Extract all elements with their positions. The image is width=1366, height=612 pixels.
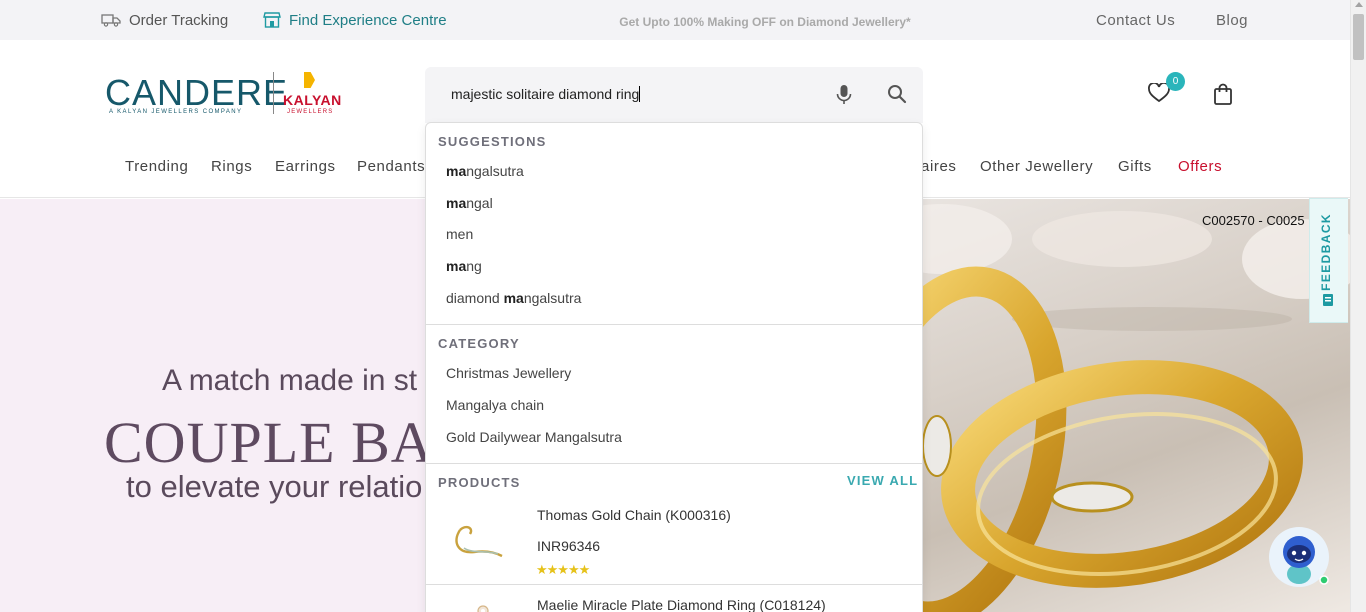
search-input[interactable]: majestic solitaire diamond ring [451, 86, 641, 102]
order-tracking-link[interactable]: Order Tracking [101, 0, 228, 40]
chatbot-avatar-icon[interactable] [1268, 526, 1330, 588]
experience-centre-link[interactable]: Find Experience Centre [263, 0, 447, 40]
view-all-products-link[interactable]: VIEW ALL [847, 473, 918, 488]
wishlist-count-badge: 0 [1166, 72, 1185, 91]
scroll-up-arrow-icon[interactable] [1355, 2, 1363, 7]
category-item[interactable]: Mangalya chain [446, 397, 544, 413]
dropdown-divider [426, 463, 922, 464]
nav-item-rings[interactable]: Rings [211, 158, 252, 175]
suggestion-item[interactable]: mangalsutra [446, 163, 524, 179]
dropdown-divider [426, 584, 922, 585]
category-heading: CATEGORY [438, 336, 520, 351]
shopping-bag-icon[interactable] [1213, 83, 1233, 105]
suggestion-item[interactable]: men [446, 226, 473, 242]
nav-item-trending[interactable]: Trending [125, 158, 188, 175]
contact-us-link[interactable]: Contact Us [1096, 0, 1175, 40]
nav-item-gifts[interactable]: Gifts [1118, 158, 1152, 175]
suggestion-item[interactable]: mang [446, 258, 482, 274]
product-name[interactable]: Thomas Gold Chain (K000316) [537, 507, 731, 523]
nav-item-other-jewellery[interactable]: Other Jewellery [980, 158, 1093, 175]
logo-tagline: A KALYAN JEWELLERS COMPANY [109, 109, 243, 115]
top-bar: Order Tracking Find Experience Centre Ge… [0, 0, 1350, 40]
feedback-label: FEEDBACK [1319, 213, 1333, 291]
suggestion-item[interactable]: mangal [446, 195, 493, 211]
nav-item-earrings[interactable]: Earrings [275, 158, 336, 175]
search-icon[interactable] [887, 84, 907, 104]
search-suggestions-dropdown: SUGGESTIONS mangalsutra mangal men mang … [425, 122, 923, 612]
product-price: INR96346 [537, 538, 601, 554]
banner-line-3: to elevate your relatio [126, 469, 423, 504]
diamond-ring-thumbnail[interactable] [470, 601, 496, 612]
page-scrollbar[interactable] [1350, 0, 1366, 612]
kalyan-flag-icon [304, 72, 315, 88]
experience-centre-label: Find Experience Centre [289, 11, 447, 29]
gold-chain-thumbnail[interactable] [448, 508, 512, 572]
logo-partner: KALYAN [283, 92, 342, 108]
site-logo[interactable]: CANDERE A KALYAN JEWELLERS COMPANY KALYA… [101, 68, 341, 120]
promo-text: Get Upto 100% Making OFF on Diamond Jewe… [619, 15, 911, 29]
scroll-thumb[interactable] [1353, 14, 1364, 60]
category-item[interactable]: Gold Dailywear Mangalsutra [446, 429, 622, 445]
feedback-tab[interactable]: FEEDBACK [1309, 198, 1348, 323]
feedback-icon [1323, 294, 1333, 306]
banner-line-1: A match made in st [162, 364, 418, 397]
category-item[interactable]: Christmas Jewellery [446, 365, 571, 381]
text-caret [639, 86, 641, 102]
suggestion-item[interactable]: diamond mangalsutra [446, 290, 581, 306]
mic-icon[interactable] [836, 84, 852, 106]
products-heading: PRODUCTS [438, 475, 521, 490]
nav-item-offers[interactable]: Offers [1178, 158, 1222, 175]
nav-item-solitaires[interactable]: aires [921, 158, 957, 175]
search-input-value: majestic solitaire diamond ring [451, 86, 640, 102]
store-icon [263, 12, 281, 28]
logo-brand: CANDERE [105, 72, 289, 113]
banner-line-2: COUPLE BAN [104, 410, 477, 475]
order-tracking-label: Order Tracking [129, 11, 229, 29]
product-rating-stars: ★★★★★ [536, 562, 590, 577]
logo-partner-sub: JEWELLERS [287, 109, 334, 115]
logo-divider [273, 72, 274, 114]
truck-icon [101, 14, 121, 27]
banner-product-codes: C002570 - C0025 [1202, 213, 1305, 228]
search-bar[interactable]: majestic solitaire diamond ring [425, 67, 923, 123]
product-name[interactable]: Maelie Miracle Plate Diamond Ring (C0181… [537, 597, 826, 612]
nav-item-pendants[interactable]: Pendants [357, 158, 425, 175]
blog-link[interactable]: Blog [1216, 0, 1248, 40]
dropdown-divider [426, 324, 922, 325]
suggestions-heading: SUGGESTIONS [438, 134, 547, 149]
